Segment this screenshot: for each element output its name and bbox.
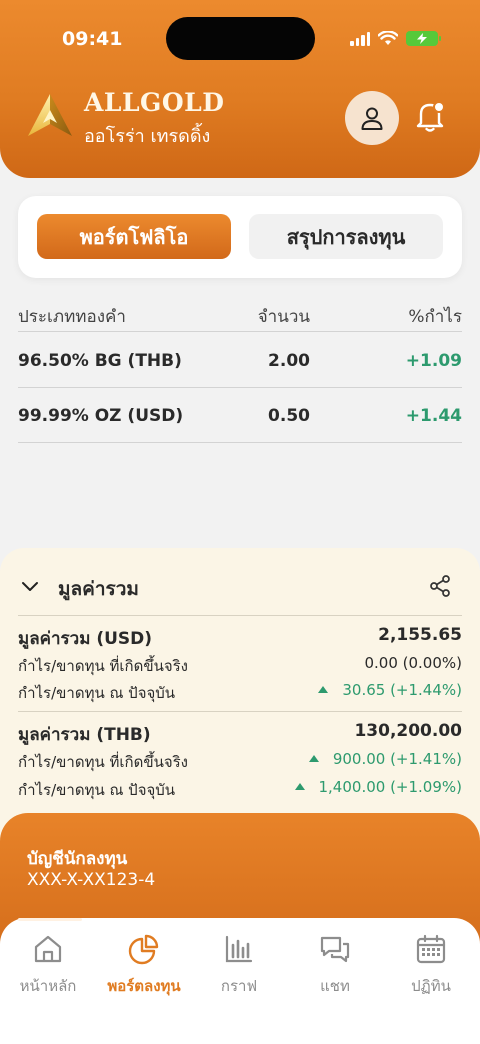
column-profit-pct: %กำไร [408,307,462,327]
gold-type: 96.50% BG (THB) [18,351,182,371]
table-row[interactable]: 96.50% BG (THB) 2.00 +1.09 [18,333,462,388]
profit-pct: +1.44 [405,406,462,426]
nav-label: กราฟ [220,977,258,995]
profile-button[interactable] [345,91,399,145]
triangle-up-icon [308,755,319,762]
portfolio-tabs: พอร์ตโฟลิโอ สรุปการลงทุน [18,196,462,278]
total-value-title: มูลค่ารวม [58,578,139,600]
gold-type: 99.99% OZ (USD) [18,406,184,426]
tab-investment-summary[interactable]: สรุปการลงทุน [249,214,443,259]
usd-label: มูลค่ารวม (USD) [18,629,153,649]
nav-home[interactable]: หน้าหลัก [3,930,93,998]
realized-value: 900.00 (+1.41%) [332,750,462,768]
allgold-logo-icon [28,94,72,136]
dynamic-island [166,17,315,60]
nav-chat[interactable]: แชท [290,930,380,998]
pie-chart-icon [128,934,159,965]
nav-label: พอร์ตลงทุน [107,977,181,995]
nav-portfolio[interactable]: พอร์ตลงทุน [99,930,189,998]
chevron-down-icon[interactable] [20,576,40,596]
current-value: 1,400.00 (+1.09%) [318,778,463,796]
triangle-up-icon [294,783,305,790]
amount: 2.00 [268,351,310,371]
battery-icon [406,31,441,46]
profit-pct: +1.09 [405,351,462,371]
user-icon [361,107,383,130]
current-value: 30.65 (+1.44%) [342,681,462,699]
nav-calendar[interactable]: ปฏิทิน [386,930,476,998]
calendar-icon [416,934,446,964]
account-label: บัญชีนักลงทุน [27,849,128,869]
thb-label: มูลค่ารวม (THB) [18,725,151,745]
realized-value: 0.00 (0.00%) [364,654,462,672]
table-row[interactable]: 99.99% OZ (USD) 0.50 +1.44 [18,388,462,443]
nav-label: ปฏิทิน [411,977,451,995]
signal-icon [350,31,370,46]
usd-value: 2,155.65 [378,625,462,645]
share-icon[interactable] [428,574,452,598]
total-value-header[interactable]: มูลค่ารวม [18,574,462,616]
summary-divider [18,711,462,712]
nav-label: หน้าหลัก [19,977,77,995]
bar-chart-icon [225,935,253,963]
amount: 0.50 [268,406,310,426]
wifi-icon [378,31,398,45]
notification-badge [433,101,445,113]
nav-chart[interactable]: กราฟ [194,930,284,998]
nav-indicator [18,918,82,921]
nav-label: แชท [320,977,350,995]
brand-subtitle: ออโรร่า เทรดดิ้ง [84,126,211,147]
realized-label: กำไร/ขาดทุน ที่เกิดขึ้นจริง [18,753,189,771]
current-label: กำไร/ขาดทุน ณ ปัจจุบัน [18,781,176,799]
table-header: ประเภททองคำ จำนวน %กำไร [18,303,462,332]
home-icon [34,935,62,963]
status-time: 09:41 [62,28,123,50]
thb-value: 130,200.00 [354,721,462,741]
current-label: กำไร/ขาดทุน ณ ปัจจุบัน [18,684,176,702]
status-icons [350,31,441,46]
realized-label: กำไร/ขาดทุน ที่เกิดขึ้นจริง [18,657,189,675]
column-gold-type: ประเภททองคำ [18,307,126,327]
account-number: XXX-X-XX123-4 [27,870,156,890]
triangle-up-icon [318,686,329,693]
tab-portfolio[interactable]: พอร์ตโฟลิโอ [37,214,231,259]
chat-icon [320,936,350,963]
column-amount: จำนวน [257,307,310,327]
brand-name: ALLGOLD [84,88,225,117]
